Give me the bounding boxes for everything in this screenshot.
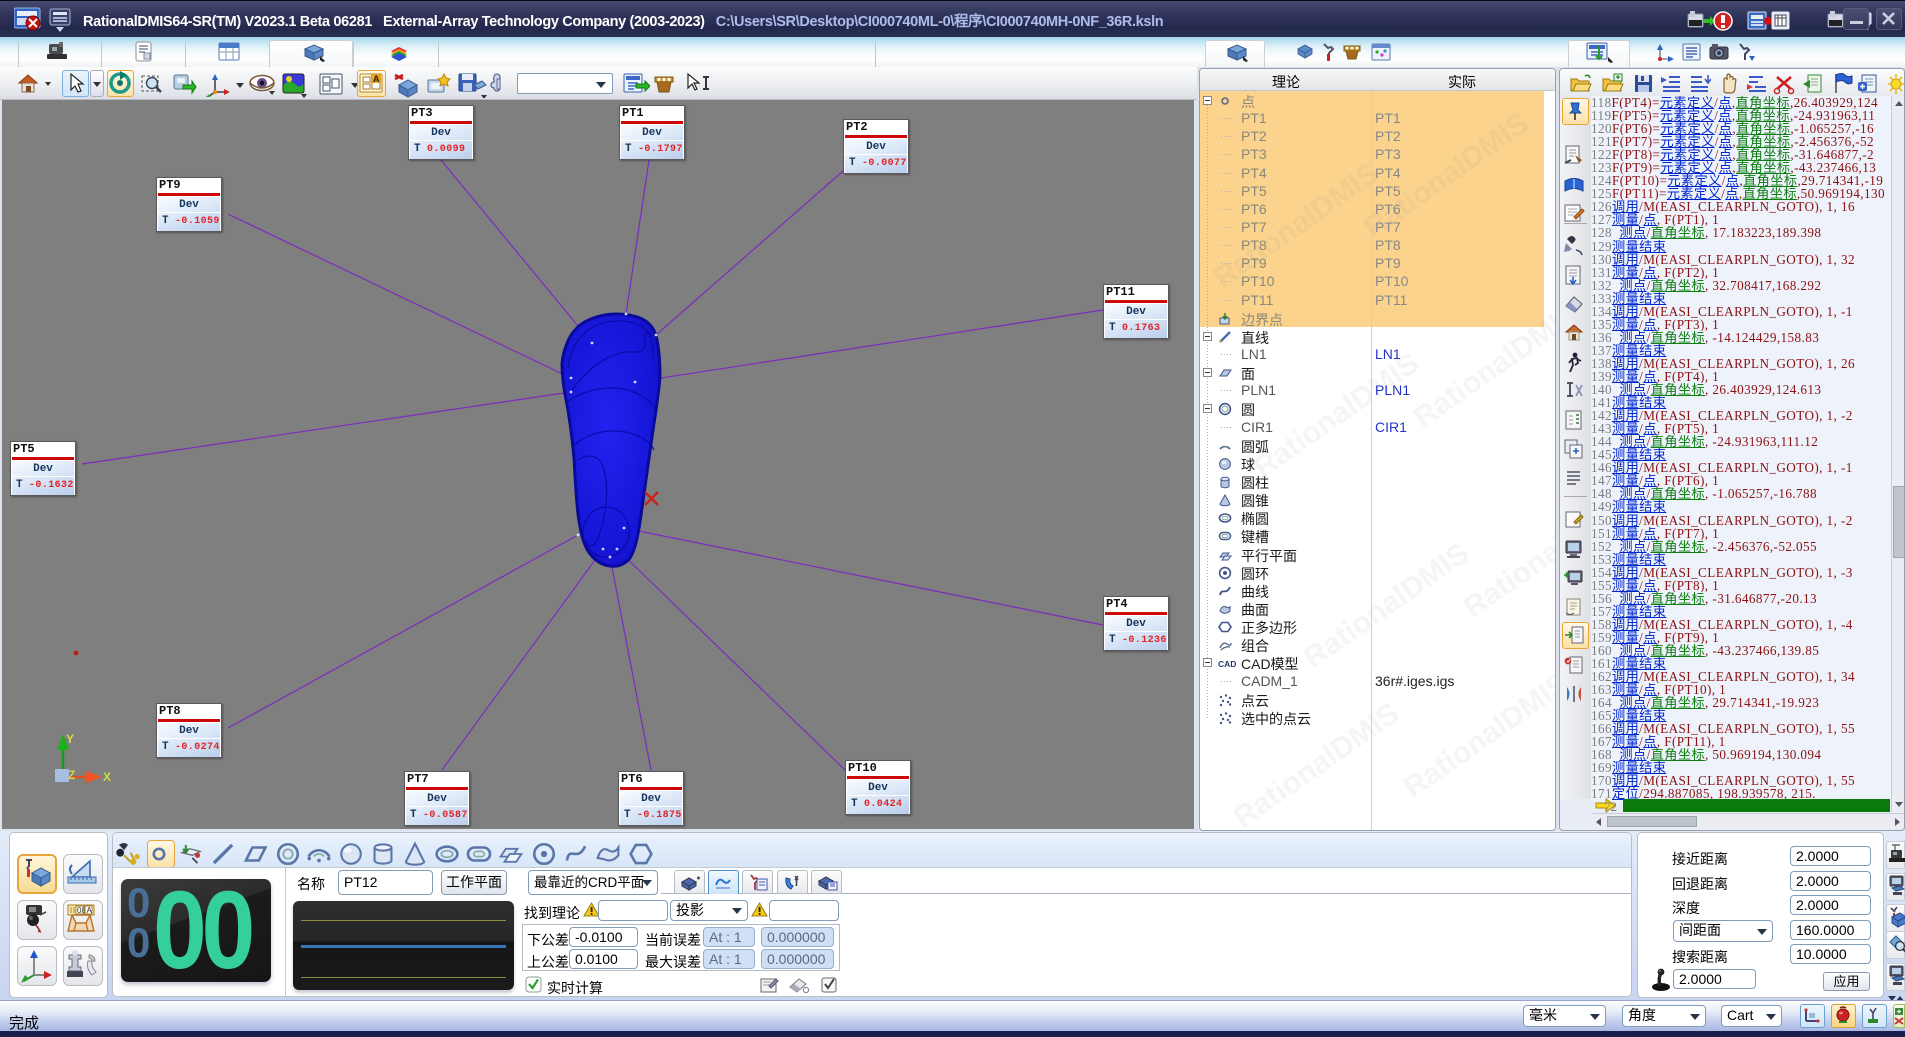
svg-text:A: A xyxy=(373,74,380,84)
svg-text:A: A xyxy=(87,906,93,915)
svg-text:Z: Z xyxy=(68,768,75,782)
svg-text:Y: Y xyxy=(66,732,74,746)
svg-text:CAD: CAD xyxy=(1218,659,1236,669)
svg-text:X: X xyxy=(103,770,111,784)
